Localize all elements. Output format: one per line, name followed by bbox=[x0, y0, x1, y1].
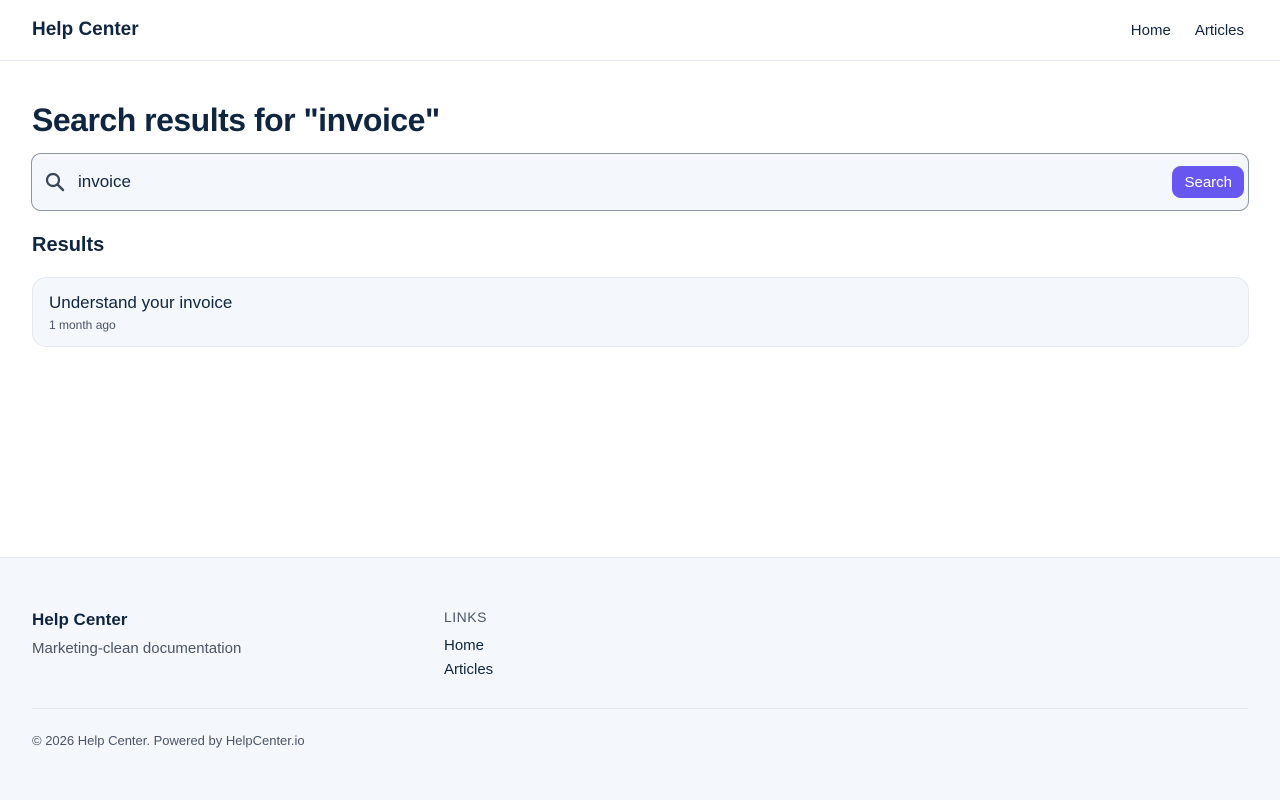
main-content: Search results for "invoice" Search Resu… bbox=[0, 61, 1280, 347]
footer-links-list: Home Articles bbox=[444, 634, 493, 682]
footer-links-heading: LINKS bbox=[444, 609, 487, 625]
search-input[interactable] bbox=[78, 162, 1173, 202]
nav-link-articles[interactable]: Articles bbox=[1195, 22, 1244, 39]
top-bar: Help Center Home Articles bbox=[0, 0, 1280, 61]
footer-brand-column: Help Center Marketing-clean documentatio… bbox=[32, 608, 444, 682]
footer-columns: Help Center Marketing-clean documentatio… bbox=[32, 558, 1248, 682]
footer-links-column: LINKS Home Articles bbox=[444, 608, 493, 682]
page-title: Search results for "invoice" bbox=[32, 102, 440, 138]
top-nav: Home Articles bbox=[1131, 22, 1244, 39]
results-heading: Results bbox=[32, 234, 105, 256]
footer-tagline: Marketing-clean documentation bbox=[32, 640, 242, 657]
footer-link-articles[interactable]: Articles bbox=[444, 661, 493, 678]
result-timestamp: 1 month ago bbox=[49, 318, 116, 332]
search-button[interactable]: Search bbox=[1172, 166, 1244, 198]
footer-divider bbox=[32, 708, 1248, 709]
footer-link-home[interactable]: Home bbox=[444, 637, 484, 654]
brand-logo-text[interactable]: Help Center bbox=[32, 19, 139, 41]
copyright-text: © 2026 Help Center. Powered by HelpCente… bbox=[32, 733, 305, 748]
search-icon bbox=[44, 171, 66, 193]
footer: Help Center Marketing-clean documentatio… bbox=[0, 557, 1280, 800]
footer-brand: Help Center bbox=[32, 610, 128, 629]
nav-link-home[interactable]: Home bbox=[1131, 22, 1171, 39]
result-title[interactable]: Understand your invoice bbox=[49, 292, 1232, 314]
result-item[interactable]: Understand your invoice 1 month ago bbox=[32, 277, 1249, 347]
search-bar: Search bbox=[31, 153, 1249, 211]
